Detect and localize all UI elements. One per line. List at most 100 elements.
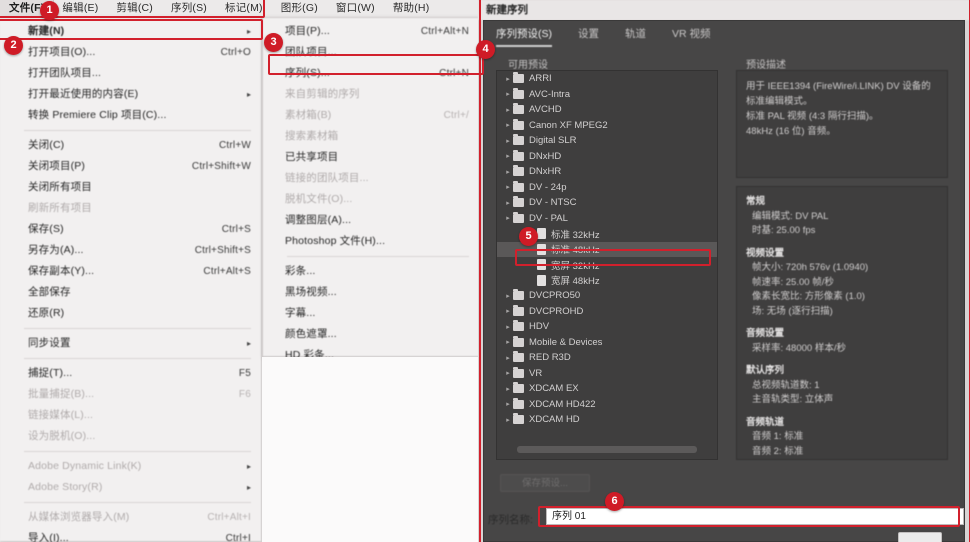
file-menu-item-3[interactable]: 打开最近使用的内容(E) ▸ xyxy=(0,84,261,105)
chevron-right-icon[interactable]: ▸ xyxy=(503,152,513,160)
preset-folder[interactable]: ▸ AVCHD xyxy=(497,102,717,118)
file-menu-item-13[interactable]: 还原(R) xyxy=(0,303,261,324)
chevron-right-icon[interactable]: ▸ xyxy=(503,354,513,362)
new-submenu-item-6[interactable]: 已共享项目 xyxy=(263,147,479,168)
menubar-item-3[interactable]: 序列(S) xyxy=(162,0,216,17)
preset-folder[interactable]: ▸ VR xyxy=(497,366,717,382)
new-submenu-item-10[interactable]: Photoshop 文件(H)... xyxy=(263,231,479,252)
chevron-right-icon[interactable]: ▸ xyxy=(503,338,513,346)
menubar-item-7[interactable]: 帮助(H) xyxy=(384,0,439,17)
chevron-right-icon[interactable]: ▸ xyxy=(503,214,513,222)
application-left-pane: 文件(F) 编辑(E) 剪辑(C) 序列(S) 标记(M) 图形(G) 窗口(W) 帮助(H)… xyxy=(0,0,480,542)
new-submenu-dropdown[interactable]: 项目(P)... Ctrl+Alt+N 团队项目... 序列(S)... Ctrl+N 来… xyxy=(262,17,480,403)
preset-folder[interactable]: ▸ AVC-Intra xyxy=(497,87,717,103)
file-menu-item-2[interactable]: 打开团队项目... xyxy=(0,63,261,84)
preset-folder[interactable]: ▸ DV - PAL xyxy=(497,211,717,227)
preset-folder[interactable]: ▸ Mobile & Devices xyxy=(497,335,717,351)
preset-folder[interactable]: ▸ DVCPRO50 xyxy=(497,288,717,304)
preset-folder[interactable]: ▸ ARRI xyxy=(497,71,717,87)
preset-folder[interactable]: ▸ DVCPROHD xyxy=(497,304,717,320)
new-submenu-item-13[interactable]: 字幕... xyxy=(263,303,479,324)
file-menu-item-label: 全部保存 xyxy=(28,286,71,298)
preset-label: ARRI xyxy=(529,73,552,85)
preset-folder[interactable]: ▸ DNxHR xyxy=(497,164,717,180)
new-submenu-item-label: Photoshop 文件(H)... xyxy=(285,235,386,247)
file-menu-item-22[interactable]: 导入(I)... Ctrl+I xyxy=(0,528,261,542)
tab-3[interactable]: VR 视频 xyxy=(672,26,711,47)
file-menu-item-14[interactable]: 同步设置 ▸ xyxy=(0,333,261,354)
new-submenu-item-1[interactable]: 团队项目... xyxy=(263,42,479,63)
file-menu-item-5[interactable]: 关闭(C) Ctrl+W xyxy=(0,135,261,156)
menubar-item-6[interactable]: 窗口(W) xyxy=(327,0,384,17)
preset-folder[interactable]: ▸ Digital SLR xyxy=(497,133,717,149)
dialog-ok-button[interactable] xyxy=(898,532,942,542)
preset-folder[interactable]: ▸ RED R3D xyxy=(497,350,717,366)
chevron-right-icon[interactable]: ▸ xyxy=(503,307,513,315)
file-menu-item-12[interactable]: 全部保存 xyxy=(0,282,261,303)
menubar-item-1[interactable]: 编辑(E) xyxy=(53,0,107,17)
preset-settings-box: 常规 编辑模式: DV PAL 时基: 25.00 fps 视频设置 帧大小: 720h… xyxy=(736,186,948,460)
tree-horizontal-scrollbar[interactable] xyxy=(517,446,697,453)
chevron-right-icon[interactable]: ▸ xyxy=(503,183,513,191)
chevron-right-icon[interactable]: ▸ xyxy=(503,385,513,393)
menu-separator xyxy=(24,358,251,359)
save-preset-button[interactable]: 保存预设... xyxy=(500,474,590,492)
preset-item[interactable]: 宽屏 32kHz xyxy=(497,257,717,273)
annotation-badge-5: 5 xyxy=(519,227,538,246)
file-menu-item-15[interactable]: 捕捉(T)... F5 xyxy=(0,363,261,384)
tab-1[interactable]: 设置 xyxy=(578,26,599,47)
sequence-name-input[interactable]: 序列 01 xyxy=(546,508,964,525)
chevron-right-icon[interactable]: ▸ xyxy=(503,75,513,83)
preset-item[interactable]: 宽屏 48kHz xyxy=(497,273,717,289)
preset-tree[interactable]: ▸ ARRI ▸ AVC-Intra ▸ AVCHD ▸ Canon XF MPEG2 ▸ Dig… xyxy=(496,70,718,460)
preset-folder[interactable]: ▸ XDCAM EX xyxy=(497,381,717,397)
file-menu-dropdown[interactable]: 新建(N) ▸ 打开项目(O)... Ctrl+O 打开团队项目... 打开最近使用的内容… xyxy=(0,17,262,542)
chevron-right-icon[interactable]: ▸ xyxy=(503,199,513,207)
menubar-item-2[interactable]: 剪辑(C) xyxy=(107,0,162,17)
file-menu-item-4[interactable]: 转换 Premiere Clip 项目(C)... xyxy=(0,105,261,126)
folder-icon xyxy=(513,180,524,192)
chevron-right-icon[interactable]: ▸ xyxy=(503,168,513,176)
file-menu-item-6[interactable]: 关闭项目(P) Ctrl+Shift+W xyxy=(0,156,261,177)
file-menu-item-1[interactable]: 打开项目(O)... Ctrl+O xyxy=(0,42,261,63)
chevron-right-icon[interactable]: ▸ xyxy=(503,400,513,408)
preset-folder[interactable]: ▸ DNxHD xyxy=(497,149,717,165)
chevron-right-icon[interactable]: ▸ xyxy=(503,292,513,300)
dialog-tabs[interactable]: 序列预设(S) 设置 轨道 VR 视频 xyxy=(496,26,711,47)
chevron-right-icon[interactable]: ▸ xyxy=(503,137,513,145)
new-submenu-item-0[interactable]: 项目(P)... Ctrl+Alt+N xyxy=(263,21,479,42)
preset-label: Mobile & Devices xyxy=(529,336,603,348)
preset-folder[interactable]: ▸ HDV xyxy=(497,319,717,335)
settings-line: 主音轨类型: 立体声 xyxy=(752,394,834,405)
preset-folder[interactable]: ▸ XDCAM HD422 xyxy=(497,397,717,413)
annotation-badge-6: 6 xyxy=(605,492,624,511)
preset-folder[interactable]: ▸ Canon XF MPEG2 xyxy=(497,118,717,134)
file-menu-item-9[interactable]: 保存(S) Ctrl+S xyxy=(0,219,261,240)
chevron-right-icon[interactable]: ▸ xyxy=(503,323,513,331)
file-menu-item-0[interactable]: 新建(N) ▸ xyxy=(0,21,261,42)
menubar-item-5[interactable]: 图形(G) xyxy=(272,0,327,17)
new-submenu-item-9[interactable]: 调整图层(A)... xyxy=(263,210,479,231)
file-menu-item-label: 批量捕捉(B)... xyxy=(28,388,95,400)
tab-2[interactable]: 轨道 xyxy=(625,26,646,47)
chevron-right-icon[interactable]: ▸ xyxy=(503,369,513,377)
new-submenu-item-2[interactable]: 序列(S)... Ctrl+N xyxy=(263,63,479,84)
menubar-item-4[interactable]: 标记(M) xyxy=(216,0,272,17)
new-submenu-item-5: 搜索素材箱 xyxy=(263,126,479,147)
preset-folder[interactable]: ▸ DV - 24p xyxy=(497,180,717,196)
tab-0[interactable]: 序列预设(S) xyxy=(496,26,552,47)
file-menu-item-7[interactable]: 关闭所有项目 xyxy=(0,177,261,198)
preset-folder[interactable]: ▸ DV - NTSC xyxy=(497,195,717,211)
preset-folder[interactable]: ▸ XDCAM HD xyxy=(497,412,717,428)
chevron-right-icon[interactable]: ▸ xyxy=(503,121,513,129)
chevron-right-icon[interactable]: ▸ xyxy=(503,90,513,98)
new-submenu-item-12[interactable]: 黑场视频... xyxy=(263,282,479,303)
new-submenu-item-14[interactable]: 颜色遮罩... xyxy=(263,324,479,345)
file-menu-item-label: Adobe Story(R) xyxy=(28,481,103,493)
file-menu-item-11[interactable]: 保存副本(Y)... Ctrl+Alt+S xyxy=(0,261,261,282)
new-submenu-item-label: 素材箱(B) xyxy=(285,109,332,121)
chevron-right-icon[interactable]: ▸ xyxy=(503,106,513,114)
chevron-right-icon[interactable]: ▸ xyxy=(503,416,513,424)
file-menu-item-10[interactable]: 另存为(A)... Ctrl+Shift+S xyxy=(0,240,261,261)
new-submenu-item-11[interactable]: 彩条... xyxy=(263,261,479,282)
